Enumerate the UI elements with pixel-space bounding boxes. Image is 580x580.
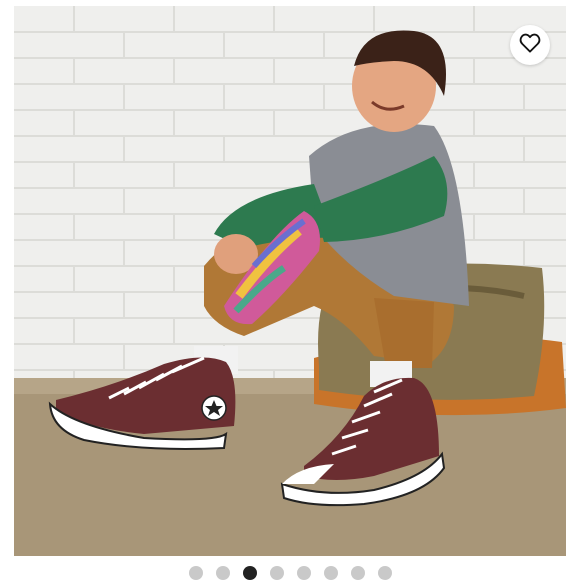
pagination-dot-active[interactable] xyxy=(242,566,257,580)
pagination-dot[interactable] xyxy=(188,566,203,580)
gallery-pagination xyxy=(0,566,580,580)
pagination-dot[interactable] xyxy=(323,566,338,580)
pagination-dot[interactable] xyxy=(215,566,230,580)
product-photo-illustration xyxy=(14,6,566,556)
product-photo[interactable] xyxy=(14,6,566,556)
product-image-gallery xyxy=(0,0,580,580)
heart-outline-icon xyxy=(519,33,541,58)
pagination-dot[interactable] xyxy=(377,566,392,580)
pagination-dot[interactable] xyxy=(269,566,284,580)
favorite-button[interactable] xyxy=(510,25,550,65)
pagination-dot[interactable] xyxy=(296,566,311,580)
pagination-dot[interactable] xyxy=(350,566,365,580)
